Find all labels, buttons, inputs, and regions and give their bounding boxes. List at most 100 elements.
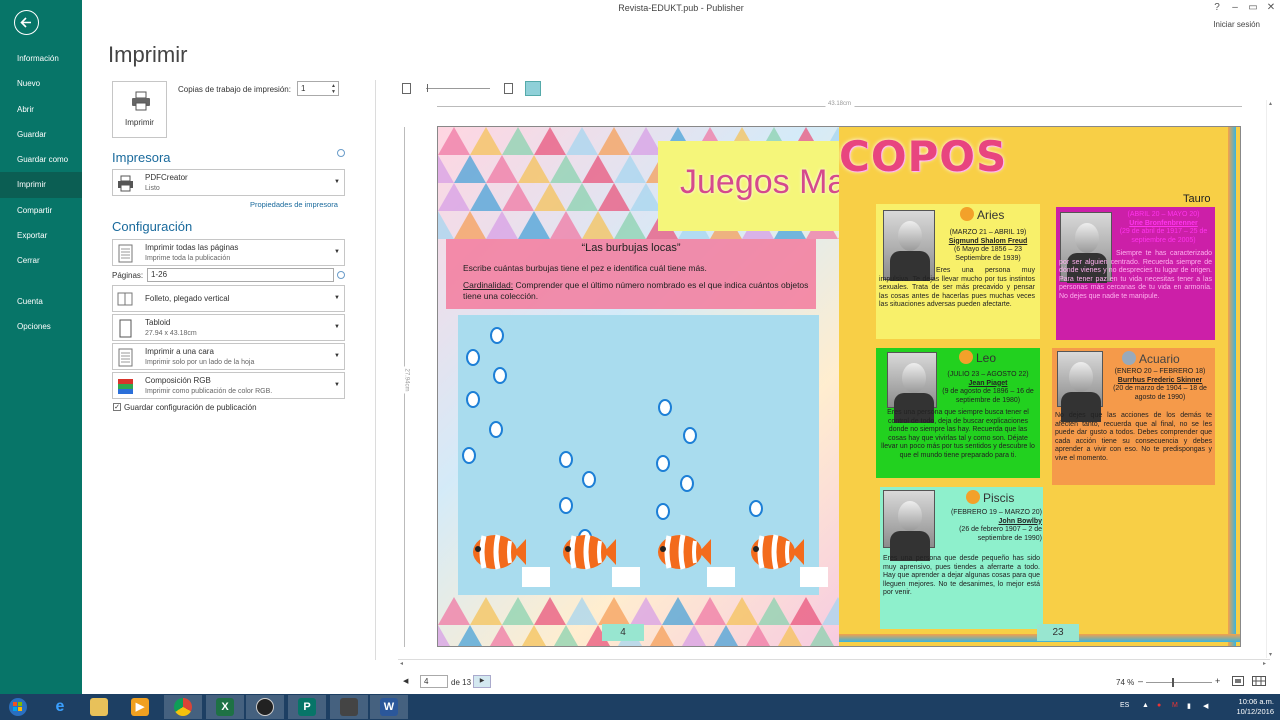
sides-dropdown[interactable]: Imprimir a una cara Imprimir solo por un… [112, 343, 345, 370]
tray-mail-icon[interactable]: M [1172, 702, 1178, 709]
minimize-button[interactable]: – [1228, 2, 1242, 13]
scroll-down-icon[interactable]: ▾ [1269, 651, 1272, 658]
save-settings-checkbox[interactable]: ✓ [113, 403, 121, 411]
triangle-shape [454, 211, 486, 239]
horizontal-scrollbar[interactable]: ◂ ▸ [398, 659, 1270, 668]
zoom-in-button[interactable]: + [1215, 676, 1220, 686]
tray-up-icon[interactable]: ▲ [1142, 702, 1149, 709]
taskbar-file-explorer[interactable] [80, 695, 118, 719]
printer-properties-link[interactable]: Propiedades de impresora [250, 200, 338, 209]
bubble-activity-area [458, 315, 828, 595]
life-dates: (9 de agosto de 1896 – 16 de septiembre … [942, 388, 1034, 404]
spin-down-icon[interactable]: ▼ [331, 89, 336, 95]
taskbar-app[interactable] [330, 695, 368, 719]
paper-dropdown[interactable]: Tabloid 27.94 x 43.18cm ▼ [112, 314, 345, 341]
nav-item-opciones[interactable]: Opciones [0, 314, 82, 339]
language-indicator[interactable]: ES [1120, 702, 1129, 709]
sign-in-link[interactable]: Iniciar sesión [1213, 20, 1260, 29]
nav-item-imprimir[interactable]: Imprimir [0, 172, 82, 198]
person-name: John Bowlby [998, 517, 1042, 525]
taskbar-publisher[interactable]: P [288, 695, 326, 719]
page-title: Imprimir [108, 42, 188, 67]
prev-page-icon[interactable]: ◀ [403, 677, 408, 685]
taskbar-word[interactable]: W [370, 695, 408, 719]
nav-item-compartir[interactable]: Compartir [0, 198, 82, 223]
back-button[interactable] [14, 10, 39, 35]
triangle-shape [470, 183, 502, 211]
zodiac-sign: Acuario [1122, 351, 1180, 366]
nav-item-exportar[interactable]: Exportar [0, 223, 82, 248]
print-button[interactable]: Imprimir [112, 81, 167, 138]
nav-item-guardar[interactable]: Guardar [0, 122, 82, 147]
triangle-shape [534, 183, 566, 211]
start-button[interactable] [0, 695, 38, 719]
triangle-shape [598, 183, 630, 211]
fit-page-icon[interactable] [1232, 676, 1244, 686]
view-options-icon[interactable] [1252, 676, 1266, 686]
right-page: COPOS Tauro Aries (MARZO 21 – ABRIL 19) S… [839, 127, 1240, 646]
copies-field[interactable]: 1 ▲ ▼ [297, 81, 339, 96]
zoom-track[interactable] [426, 88, 490, 89]
triangle-shape [502, 597, 534, 625]
bubble-shape [683, 427, 697, 444]
taskbar-chrome[interactable] [164, 695, 202, 719]
vertical-scrollbar[interactable]: ▴ ▾ [1266, 100, 1276, 658]
activity-cardinality: Cardinalidad: Comprender que el último n… [463, 280, 813, 302]
clock-time: 10:06 a.m. [1238, 697, 1274, 706]
nav-item-abrir[interactable]: Abrir [0, 97, 82, 122]
single-page-icon[interactable] [402, 83, 411, 94]
triangle-shape [454, 155, 486, 183]
taskbar-media-player[interactable]: ▶ [121, 695, 159, 719]
info-icon[interactable] [337, 271, 345, 279]
taskbar-obs[interactable] [246, 695, 284, 719]
taskbar-internet-explorer[interactable]: e [41, 695, 79, 719]
triangle-shape [598, 597, 630, 625]
zoom-out-button[interactable]: – [1138, 676, 1143, 686]
triangle-shape [486, 211, 518, 239]
taskbar-excel[interactable]: X [206, 695, 244, 719]
layout-dropdown[interactable]: Folleto, plegado vertical ▼ [112, 285, 345, 312]
zoom-thumb[interactable] [427, 84, 428, 92]
nav-item-informacion[interactable]: Información [0, 46, 82, 71]
tray-app-icon[interactable]: ● [1157, 702, 1161, 709]
page-field[interactable]: 4 [420, 675, 448, 688]
nav-item-nuevo[interactable]: Nuevo [0, 71, 82, 96]
scroll-right-icon[interactable]: ▸ [1263, 660, 1266, 667]
help-icon[interactable]: ? [1210, 2, 1224, 13]
date-range: (JULIO 23 – AGOSTO 22) [947, 371, 1029, 378]
portrait-image [1057, 351, 1103, 422]
two-page-view-button[interactable] [525, 81, 541, 96]
pages-field[interactable]: 1-26 [147, 268, 334, 282]
scroll-left-icon[interactable]: ◂ [400, 660, 403, 667]
scroll-up-icon[interactable]: ▴ [1269, 100, 1272, 107]
printer-dropdown[interactable]: PDFCreator Listo ▼ [112, 169, 345, 196]
bubble-shape [490, 327, 504, 344]
pages-dropdown[interactable]: Imprimir todas las páginas Imprime toda … [112, 239, 345, 266]
ie-icon: e [55, 698, 65, 715]
network-icon[interactable]: ▮ [1187, 702, 1191, 710]
zoom-level[interactable]: 74 % [1116, 678, 1134, 687]
nav-item-cuenta[interactable]: Cuenta [0, 289, 82, 314]
color-dropdown[interactable]: Composición RGB Imprimir como publicació… [112, 372, 345, 399]
page-icon[interactable] [504, 83, 513, 94]
zoom-slider-thumb[interactable] [1172, 678, 1174, 687]
zodiac-card-aries: Aries (MARZO 21 – ABRIL 19) Sigmund Shalo… [876, 204, 1040, 339]
zoom-slider[interactable] [1146, 678, 1212, 687]
volume-icon[interactable]: ◀ [1203, 702, 1208, 710]
nav-item-cerrar[interactable]: Cerrar [0, 248, 82, 273]
info-icon[interactable] [337, 149, 345, 157]
next-page-button[interactable]: ▶ [473, 675, 491, 688]
sides-option-label: Imprimir a una cara [145, 347, 214, 356]
backstage-sidebar: Información Nuevo Abrir Guardar Guardar … [0, 0, 82, 694]
clock[interactable]: 10:06 a.m. 10/12/2016 [1236, 697, 1274, 717]
nav-item-guardar-como[interactable]: Guardar como [0, 147, 82, 172]
save-settings-label: Guardar configuración de publicación [124, 403, 257, 412]
triangle-shape [522, 625, 546, 646]
close-button[interactable]: ✕ [1264, 2, 1278, 13]
bubble-shape [582, 471, 596, 488]
portrait-image [883, 490, 935, 561]
zodiac-dates: (ABRIL 20 – MAYO 20) Urie Bronfenbrenner(… [1114, 211, 1213, 245]
restore-button[interactable]: ▭ [1246, 2, 1260, 13]
triangle-shape [582, 155, 614, 183]
triangle-shape [662, 597, 694, 625]
